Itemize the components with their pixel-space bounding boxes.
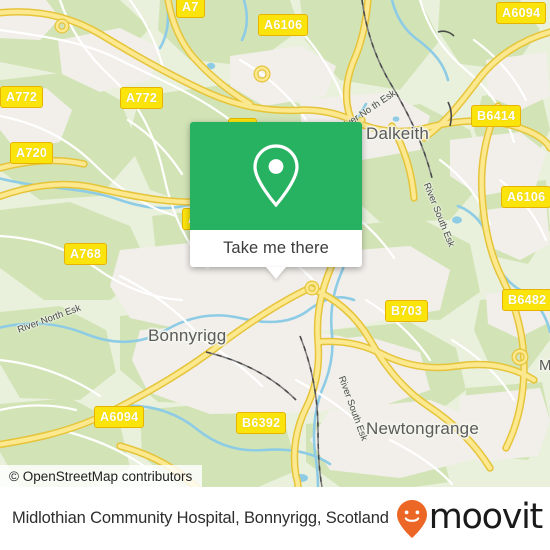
take-me-there-label: Take me there	[223, 239, 329, 257]
map-screenshot-root: Dalkeith Bonnyrigg Newtongrange M River …	[0, 0, 550, 550]
bottom-bar: Midlothian Community Hospital, Bonnyrigg…	[0, 487, 550, 550]
location-popup-card[interactable]: Take me there	[190, 122, 362, 279]
osm-attribution-text: © OpenStreetMap contributors	[9, 468, 193, 484]
location-title: Midlothian Community Hospital, Bonnyrigg…	[12, 509, 389, 527]
osm-attribution[interactable]: © OpenStreetMap contributors	[0, 465, 203, 487]
map-canvas[interactable]: Dalkeith Bonnyrigg Newtongrange M River …	[0, 0, 550, 487]
moovit-wordmark: moovit	[428, 497, 544, 537]
popup-header	[190, 122, 362, 230]
moovit-smiley-pin-icon	[396, 499, 427, 538]
popup-tail-pointer	[266, 267, 286, 279]
map-pin-icon	[253, 144, 299, 208]
moovit-logo[interactable]: moovit	[396, 497, 544, 539]
popup-footer[interactable]: Take me there	[190, 230, 362, 279]
